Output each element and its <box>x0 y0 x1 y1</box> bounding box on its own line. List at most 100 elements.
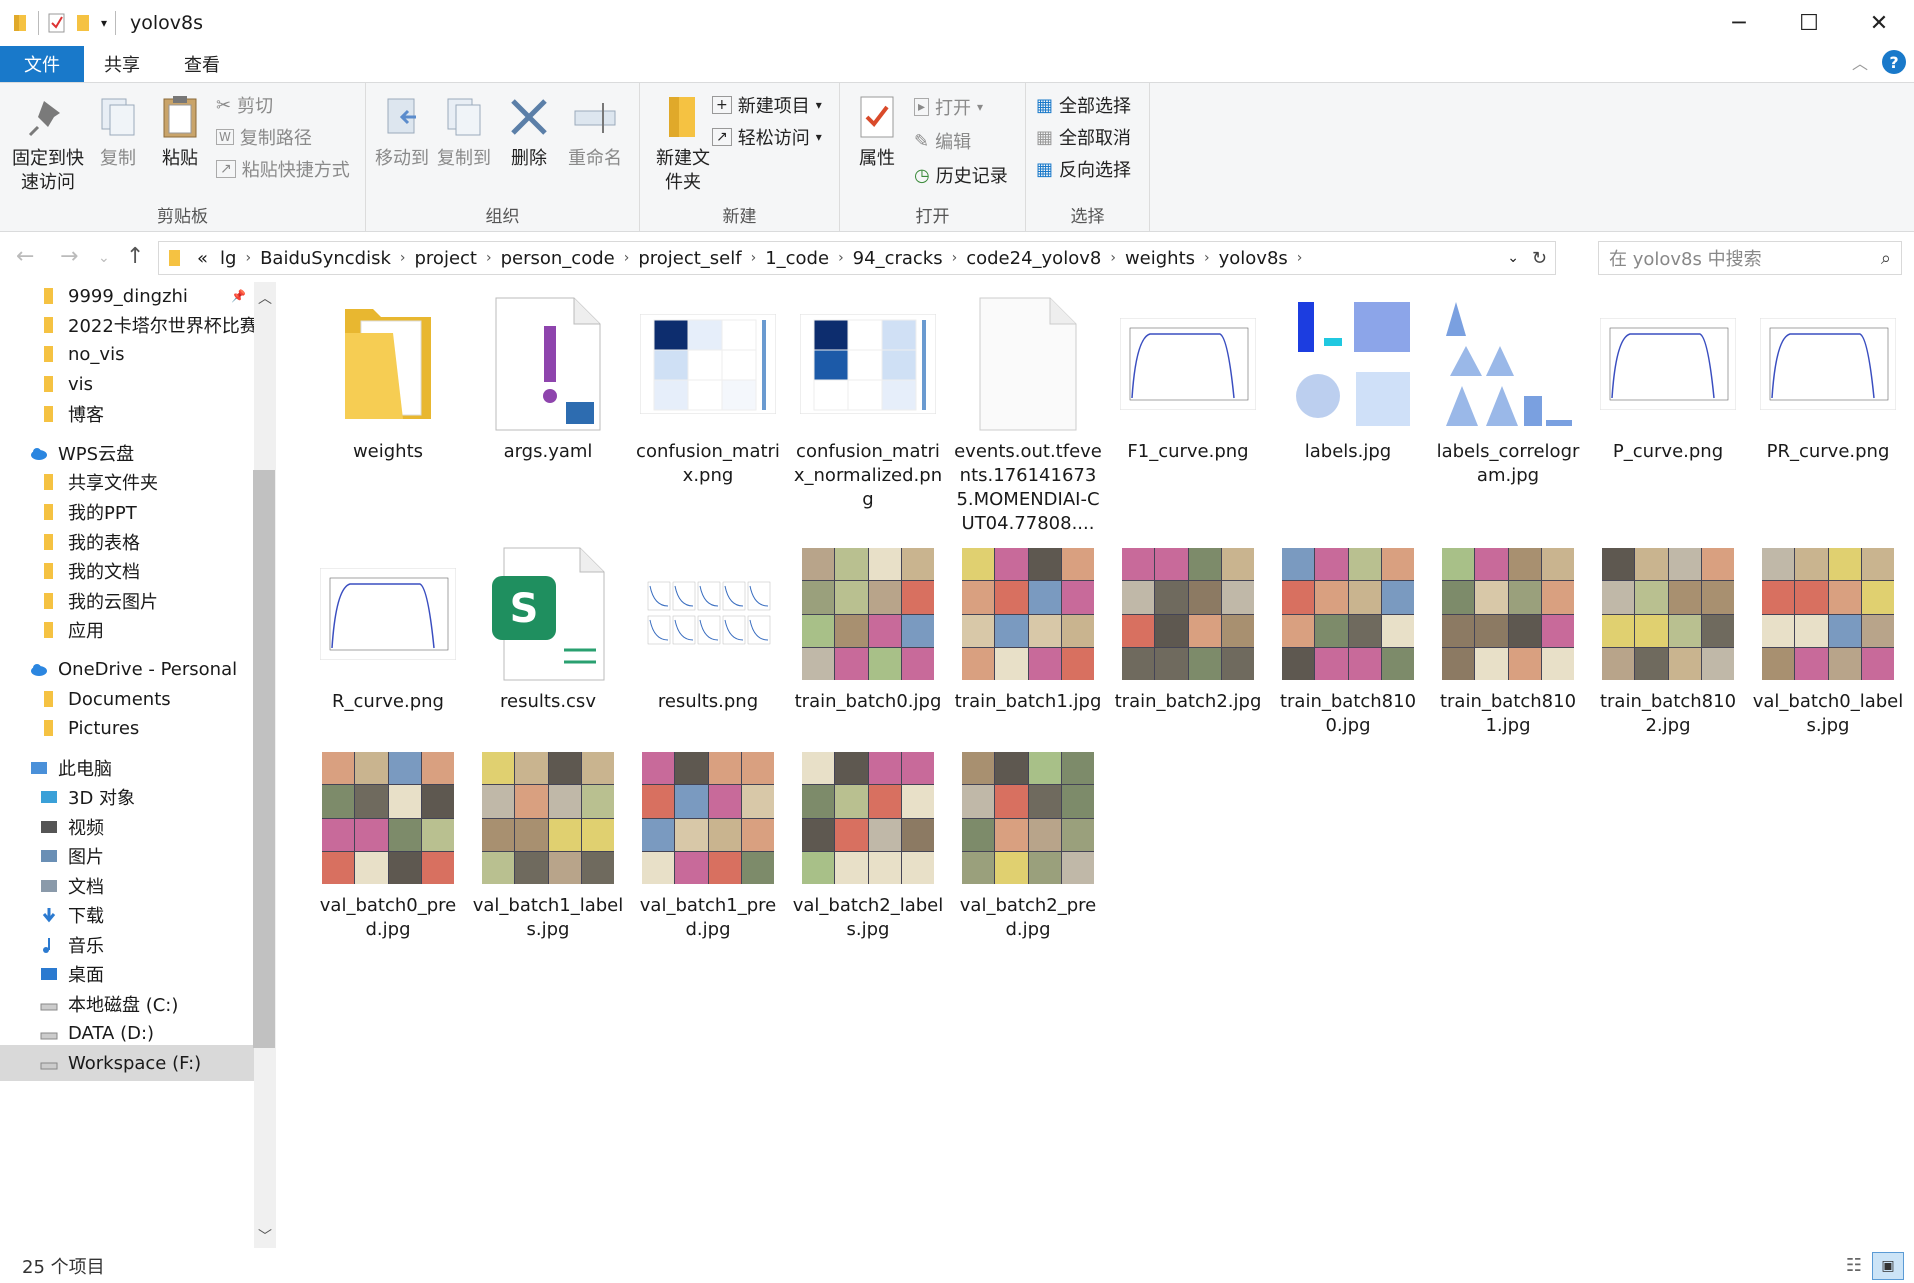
chevron-down-icon[interactable]: ⌄ <box>1507 250 1519 266</box>
back-arrow-icon[interactable]: ← <box>16 244 34 269</box>
file-item[interactable]: F1_curve.png <box>1112 296 1264 464</box>
breadcrumb-item[interactable]: project <box>409 248 483 269</box>
file-item[interactable]: train_batch1.jpg <box>952 546 1104 714</box>
nav-item-label: 文档 <box>68 877 104 898</box>
close-button[interactable]: ✕ <box>1844 0 1914 46</box>
breadcrumb-chevron-icon[interactable]: › <box>1107 250 1119 266</box>
details-view-icon[interactable]: ☷ <box>1846 1255 1862 1276</box>
pin-icon[interactable]: 📌 <box>231 289 246 303</box>
delete-button[interactable]: 删除 <box>504 93 554 171</box>
paste-button[interactable]: 粘贴 <box>152 93 208 171</box>
scroll-up-icon[interactable]: ︿ <box>258 288 272 308</box>
copy-label: 复制 <box>100 148 136 169</box>
properties-button[interactable]: 属性 <box>852 93 902 171</box>
refresh-icon[interactable]: ↻ <box>1532 248 1547 269</box>
file-item[interactable]: PR_curve.png <box>1752 296 1904 464</box>
edit-button[interactable]: ✎ 编辑 <box>914 127 971 155</box>
nav-item[interactable]: Workspace (F:) <box>0 1045 256 1081</box>
chevron-down-icon[interactable]: ▾ <box>101 16 107 30</box>
breadcrumb-item[interactable]: BaiduSyncdisk <box>254 248 397 269</box>
file-item[interactable]: confusion_matrix_normalized.png <box>792 296 944 512</box>
collapse-ribbon-icon[interactable]: ︿ <box>1852 50 1868 74</box>
file-item[interactable]: val_batch0_labels.jpg <box>1752 546 1904 738</box>
up-arrow-icon[interactable]: ↑ <box>126 244 144 269</box>
file-item[interactable]: val_batch0_pred.jpg <box>312 750 464 942</box>
breadcrumb-chevron-icon[interactable]: › <box>242 250 254 266</box>
breadcrumb-chevron-icon[interactable]: › <box>483 250 495 266</box>
nav-item[interactable]: 应用 <box>0 612 256 648</box>
new-folder-icon[interactable] <box>75 13 93 33</box>
invert-selection-button[interactable]: ▦ 反向选择 <box>1036 155 1131 183</box>
pin-quick-access-button[interactable]: 固定到快速访问 <box>8 93 88 195</box>
breadcrumb-chevron-icon[interactable]: › <box>621 250 633 266</box>
breadcrumb-chevron-icon[interactable]: › <box>949 250 961 266</box>
tab-view[interactable]: 查看 <box>162 46 242 82</box>
address-bar[interactable]: « lg › BaiduSyncdisk › project › person_code › p… <box>158 241 1556 275</box>
help-button[interactable]: ? <box>1882 50 1906 74</box>
nav-item[interactable]: Pictures <box>0 710 256 746</box>
file-item[interactable]: val_batch1_labels.jpg <box>472 750 624 942</box>
file-item[interactable]: Sresults.csv <box>472 546 624 714</box>
breadcrumb-item[interactable]: code24_yolov8 <box>960 248 1107 269</box>
forward-arrow-icon[interactable]: → <box>60 244 78 269</box>
scroll-down-icon[interactable]: ﹀ <box>258 1226 272 1246</box>
open-button[interactable]: ▸ 打开 ▾ <box>914 93 983 121</box>
copy-to-button[interactable]: 复制到 <box>434 93 494 171</box>
paste-shortcut-button[interactable]: ↗ 粘贴快捷方式 <box>216 155 350 183</box>
breadcrumb-chevron-icon[interactable]: › <box>397 250 409 266</box>
file-item[interactable]: events.out.tfevents.1761416735.MOMENDIAI… <box>952 296 1104 536</box>
cut-button[interactable]: ✂ 剪切 <box>216 91 273 119</box>
file-item[interactable]: val_batch2_pred.jpg <box>952 750 1104 942</box>
file-item[interactable]: results.png <box>632 546 784 714</box>
breadcrumb-item[interactable]: project_self <box>632 248 747 269</box>
file-item[interactable]: args.yaml <box>472 296 624 464</box>
recent-chevron-icon[interactable]: ⌄ <box>98 250 110 266</box>
file-item[interactable]: val_batch2_labels.jpg <box>792 750 944 942</box>
search-box[interactable]: 在 yolov8s 中搜索 ⌕ <box>1598 241 1902 275</box>
search-input[interactable]: 在 yolov8s 中搜索 <box>1609 245 1762 271</box>
copy-button[interactable]: 复制 <box>92 93 144 171</box>
history-button[interactable]: ◷ 历史记录 <box>914 161 1008 189</box>
breadcrumb-chevron-icon[interactable]: › <box>1294 250 1306 266</box>
file-item[interactable]: train_batch2.jpg <box>1112 546 1264 714</box>
breadcrumb-item[interactable]: person_code <box>495 248 621 269</box>
maximize-button[interactable]: ☐ <box>1774 0 1844 46</box>
select-none-button[interactable]: ▦ 全部取消 <box>1036 123 1131 151</box>
file-item[interactable]: train_batch8101.jpg <box>1432 546 1584 738</box>
move-to-button[interactable]: 移动到 <box>372 93 432 171</box>
properties-check-icon[interactable] <box>47 12 67 34</box>
file-item[interactable]: val_batch1_pred.jpg <box>632 750 784 942</box>
svg-text:S: S <box>510 586 539 632</box>
breadcrumb-item[interactable]: yolov8s <box>1213 248 1294 269</box>
tab-share[interactable]: 共享 <box>82 46 162 82</box>
breadcrumb-item[interactable]: lg <box>214 248 242 269</box>
breadcrumb-chevron-icon[interactable]: › <box>748 250 760 266</box>
file-item[interactable]: R_curve.png <box>312 546 464 714</box>
new-item-button[interactable]: + 新建项目 ▾ <box>712 91 822 119</box>
breadcrumb-chevron-icon[interactable]: › <box>835 250 847 266</box>
history-icon: ◷ <box>914 164 930 186</box>
easy-access-button[interactable]: ↗ 轻松访问 ▾ <box>712 123 822 151</box>
new-folder-button[interactable]: 新建文件夹 <box>648 93 718 195</box>
nav-item[interactable]: 博客 <box>0 396 256 432</box>
select-all-button[interactable]: ▦ 全部选择 <box>1036 91 1131 119</box>
minimize-button[interactable]: ─ <box>1704 0 1774 46</box>
nav-scrollbar-thumb[interactable] <box>253 470 275 1048</box>
breadcrumb-item[interactable]: 94_cracks <box>847 248 949 269</box>
breadcrumb-overflow[interactable]: « <box>191 248 214 269</box>
file-item[interactable]: weights <box>312 296 464 464</box>
file-item[interactable]: labels_correlogram.jpg <box>1432 296 1584 488</box>
large-icons-view-icon[interactable]: ▣ <box>1872 1251 1904 1280</box>
file-item[interactable]: train_batch8100.jpg <box>1272 546 1424 738</box>
file-item[interactable]: P_curve.png <box>1592 296 1744 464</box>
breadcrumb-chevron-icon[interactable]: › <box>1201 250 1213 266</box>
file-item[interactable]: train_batch0.jpg <box>792 546 944 714</box>
file-item[interactable]: confusion_matrix.png <box>632 296 784 488</box>
tab-file[interactable]: 文件 <box>0 46 84 82</box>
file-item[interactable]: labels.jpg <box>1272 296 1424 464</box>
file-item[interactable]: train_batch8102.jpg <box>1592 546 1744 738</box>
copy-path-button[interactable]: W 复制路径 <box>216 123 312 151</box>
rename-button[interactable]: 重命名 <box>562 93 628 171</box>
breadcrumb-item[interactable]: 1_code <box>759 248 835 269</box>
breadcrumb-item[interactable]: weights <box>1119 248 1201 269</box>
